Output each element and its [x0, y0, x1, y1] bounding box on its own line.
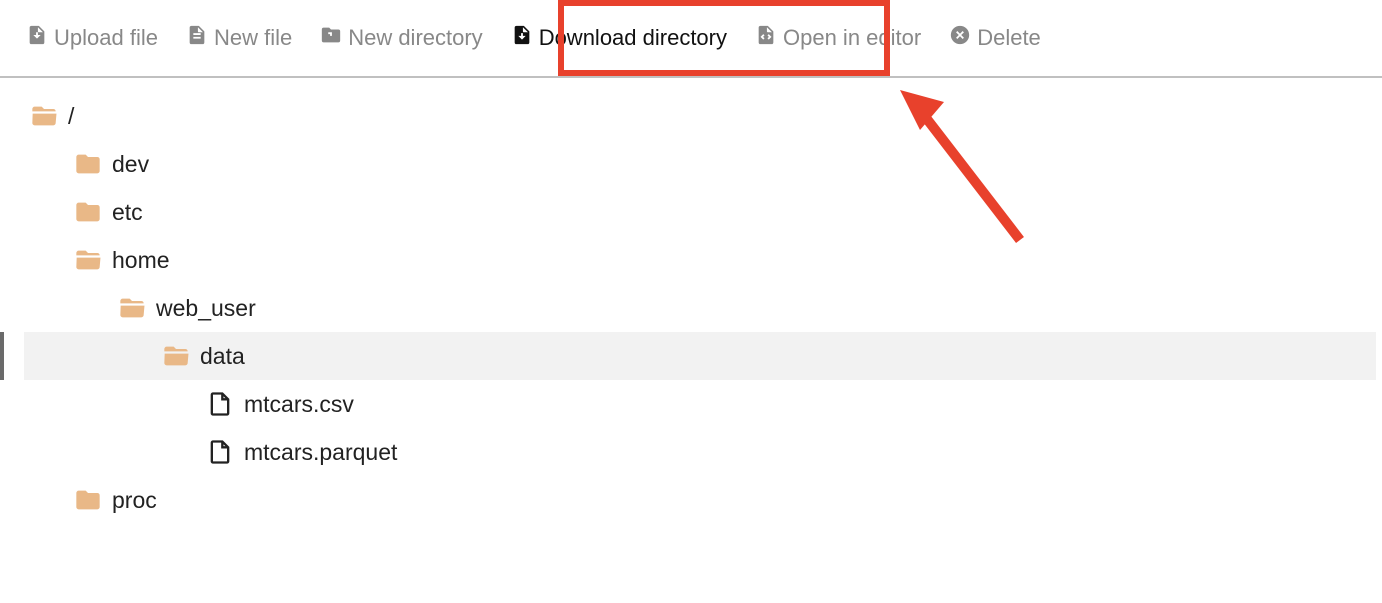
folder-icon — [74, 198, 102, 226]
folder-open-icon — [30, 102, 58, 130]
tree-item-web-user[interactable]: web_user — [24, 284, 1372, 332]
file-icon — [206, 438, 234, 466]
open-in-editor-label: Open in editor — [783, 25, 921, 51]
open-in-editor-button[interactable]: Open in editor — [745, 20, 931, 56]
file-icon — [206, 390, 234, 418]
tree-item-label: proc — [112, 476, 157, 524]
open-in-editor-icon — [755, 24, 777, 52]
file-tree: / dev etc home web_user data — [0, 78, 1382, 534]
new-directory-button[interactable]: New directory — [310, 20, 492, 56]
tree-item-label: dev — [112, 140, 149, 188]
folder-open-icon — [74, 246, 102, 274]
folder-icon — [74, 486, 102, 514]
delete-button[interactable]: Delete — [939, 20, 1051, 56]
download-directory-label: Download directory — [539, 25, 727, 51]
tree-item-label: data — [200, 332, 245, 380]
tree-item-mtcars-parquet[interactable]: mtcars.parquet — [24, 428, 1372, 476]
tree-item-etc[interactable]: etc — [24, 188, 1372, 236]
tree-item-label: mtcars.csv — [244, 380, 354, 428]
new-directory-icon — [320, 24, 342, 52]
tree-root[interactable]: / — [24, 92, 1372, 140]
new-file-button[interactable]: New file — [176, 20, 302, 56]
upload-file-icon — [26, 24, 48, 52]
folder-open-icon — [118, 294, 146, 322]
tree-item-proc[interactable]: proc — [24, 476, 1372, 524]
new-file-label: New file — [214, 25, 292, 51]
tree-root-label: / — [68, 92, 74, 140]
tree-item-label: web_user — [156, 284, 256, 332]
tree-item-dev[interactable]: dev — [24, 140, 1372, 188]
download-directory-icon — [511, 24, 533, 52]
folder-open-icon — [162, 342, 190, 370]
tree-item-home[interactable]: home — [24, 236, 1372, 284]
tree-item-data[interactable]: data — [24, 332, 1376, 380]
download-directory-button[interactable]: Download directory — [501, 20, 737, 56]
tree-item-label: mtcars.parquet — [244, 428, 397, 476]
new-directory-label: New directory — [348, 25, 482, 51]
upload-file-label: Upload file — [54, 25, 158, 51]
delete-label: Delete — [977, 25, 1041, 51]
delete-icon — [949, 24, 971, 52]
new-file-icon — [186, 24, 208, 52]
folder-icon — [74, 150, 102, 178]
tree-item-label: home — [112, 236, 170, 284]
tree-item-label: etc — [112, 188, 143, 236]
file-manager-toolbar: Upload file New file New directory Downl… — [0, 0, 1382, 78]
tree-item-mtcars-csv[interactable]: mtcars.csv — [24, 380, 1372, 428]
upload-file-button[interactable]: Upload file — [16, 20, 168, 56]
